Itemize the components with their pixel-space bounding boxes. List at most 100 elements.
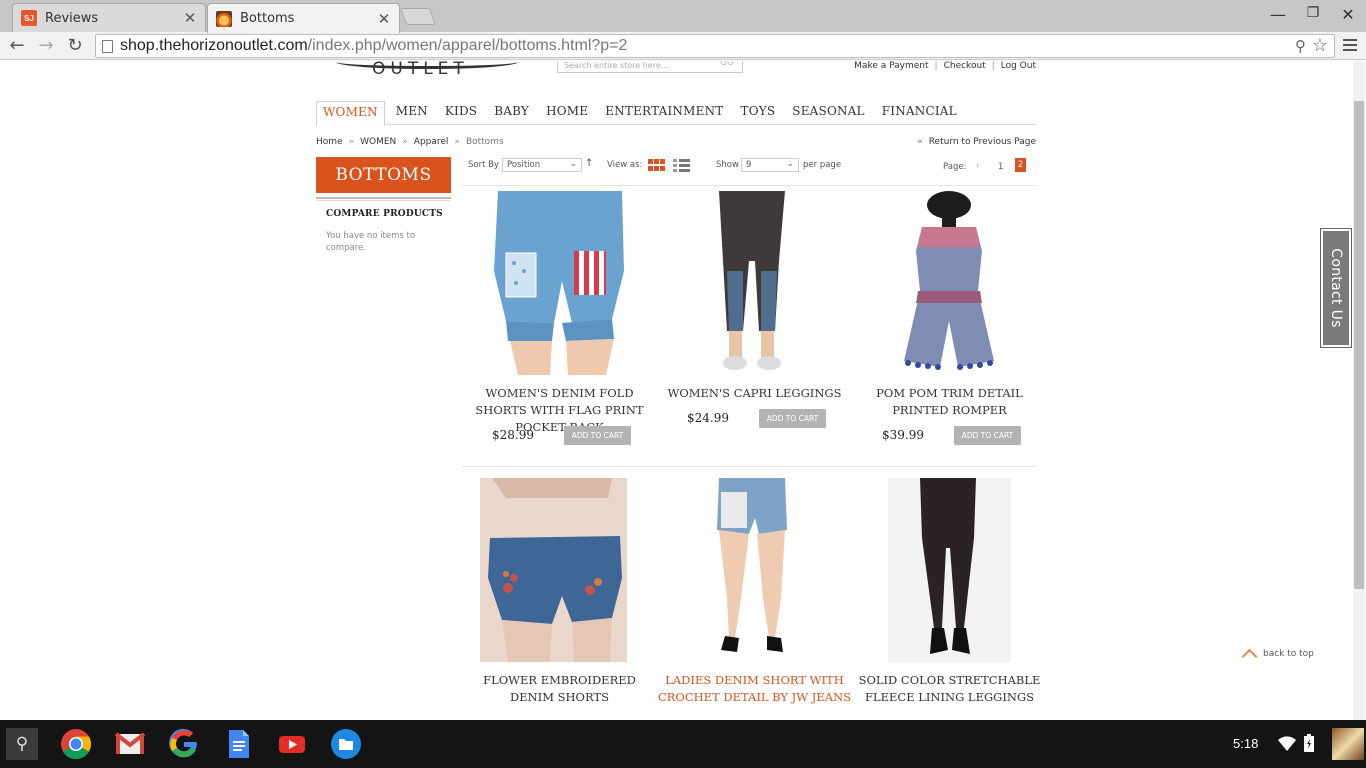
tab-reviews[interactable]: SJ Reviews ✕ — [12, 3, 206, 32]
sort-select[interactable]: Position ⌄ — [502, 158, 582, 172]
limit-select[interactable]: 9 ⌄ — [741, 158, 799, 172]
link-separator: | — [934, 61, 938, 71]
window-close-icon[interactable]: ✕ — [1338, 5, 1358, 24]
breadcrumb-apparel[interactable]: Apparel — [414, 137, 449, 147]
store-logo[interactable]: OUTLET — [336, 61, 518, 85]
main-nav: WOMEN MEN KIDS BABY HOME ENTERTAINMENT T… — [316, 101, 1036, 127]
close-icon[interactable]: ✕ — [183, 9, 197, 27]
reload-icon[interactable]: ↻ — [64, 35, 86, 57]
product-name[interactable]: WOMEN'S CAPRI LEGGINGS — [657, 385, 852, 402]
chrome-menu-icon[interactable] — [1340, 36, 1360, 56]
forward-arrow-icon[interactable]: → — [35, 35, 57, 57]
previous-page-icon[interactable]: ‹ — [976, 161, 979, 171]
tab-strip: SJ Reviews ✕ Bottoms ✕ — ❐ ✕ — [0, 0, 1366, 33]
sort-value: Position — [507, 160, 541, 170]
avatar[interactable] — [1332, 728, 1364, 760]
per-page-label: per page — [803, 160, 842, 170]
divider — [462, 185, 1036, 186]
chevron-up-icon — [1241, 648, 1258, 665]
tab-title: Reviews — [45, 10, 99, 26]
list-view-icon[interactable] — [673, 159, 690, 172]
gmail-icon[interactable] — [114, 728, 146, 760]
os-shelf: ⚲ 5:18 — [0, 720, 1366, 768]
nav-kids[interactable]: KIDS — [439, 101, 483, 124]
sort-label: Sort By — [468, 160, 499, 170]
close-icon[interactable]: ✕ — [377, 10, 391, 28]
url-text[interactable]: shop.thehorizonoutlet.com/index.php/wome… — [120, 37, 627, 55]
zoom-icon[interactable]: ⚲ — [1295, 37, 1306, 55]
nav-baby[interactable]: BABY — [488, 101, 535, 124]
scrollbar-thumb[interactable] — [1354, 101, 1364, 589]
page-link-1[interactable]: 1 — [998, 162, 1003, 172]
product-name[interactable]: FLOWER EMBROIDERED DENIM SHORTS — [462, 672, 657, 706]
contact-us-tab[interactable]: Contact Us — [1320, 228, 1352, 348]
store-page: OUTLET Search entire store here... GO Ma… — [316, 61, 1047, 720]
product-toolbar: Sort By Position ⌄ ↑ View as: Show 9 ⌄ p… — [468, 158, 1036, 178]
google-icon[interactable] — [168, 728, 200, 760]
add-to-cart-button[interactable]: ADD TO CART — [564, 426, 631, 445]
product-name[interactable]: LADIES DENIM SHORT WITH CROCHET DETAIL B… — [657, 672, 852, 706]
docs-icon[interactable] — [222, 728, 254, 760]
back-to-top-link[interactable]: back to top — [1241, 645, 1314, 665]
product-price: $24.99 — [687, 411, 729, 425]
new-tab-button[interactable] — [399, 8, 437, 25]
nav-toys[interactable]: TOYS — [734, 101, 781, 124]
return-previous-link[interactable]: « Return to Previous Page — [917, 137, 1036, 147]
view-as-label: View as: — [607, 160, 643, 170]
back-arrow-icon[interactable]: ← — [6, 35, 28, 57]
divider — [316, 197, 451, 201]
breadcrumb-separator: » — [454, 137, 460, 147]
battery-icon — [1304, 734, 1314, 752]
search-icon[interactable]: ⚲ — [6, 728, 38, 760]
nav-home[interactable]: HOME — [540, 101, 594, 124]
minimize-icon[interactable]: — — [1268, 5, 1288, 24]
youtube-icon[interactable] — [276, 728, 308, 760]
account-links: Make a Payment | Checkout | Log Out — [854, 61, 1036, 71]
sort-direction-icon[interactable]: ↑ — [585, 158, 593, 169]
product-image-fleece-leggings[interactable] — [852, 478, 1047, 662]
add-to-cart-button[interactable]: ADD TO CART — [759, 409, 826, 428]
restore-icon[interactable]: ❐ — [1303, 5, 1323, 21]
chevron-down-icon: ⌄ — [786, 159, 794, 169]
files-icon[interactable] — [330, 728, 362, 760]
status-tray[interactable]: 5:18 — [1226, 728, 1366, 760]
product-name[interactable]: SOLID COLOR STRETCHABLE FLEECE LINING LE… — [852, 672, 1047, 706]
chrome-icon[interactable] — [60, 728, 92, 760]
nav-women[interactable]: WOMEN — [316, 101, 385, 127]
product-image-pom-pom-romper[interactable] — [852, 191, 1047, 375]
nav-seasonal[interactable]: SEASONAL — [786, 101, 870, 124]
product-image-crochet-denim-short[interactable] — [657, 478, 852, 662]
logout-link[interactable]: Log Out — [1001, 61, 1036, 71]
search-go-button[interactable]: GO — [720, 61, 734, 68]
product-image-flower-denim-shorts[interactable] — [462, 478, 657, 662]
page-current: 2 — [1015, 158, 1026, 172]
breadcrumb: Home » WOMEN » Apparel » Bottoms — [316, 137, 504, 147]
nav-financial[interactable]: FINANCIAL — [876, 101, 963, 124]
page-scrollbar[interactable] — [1353, 61, 1365, 720]
compare-products-title: COMPARE PRODUCTS — [326, 209, 443, 219]
product-image-denim-fold-shorts[interactable] — [462, 191, 657, 375]
show-label: Show — [716, 160, 739, 170]
breadcrumb-separator: » — [348, 137, 355, 147]
bookmark-star-icon[interactable]: ☆ — [1312, 35, 1328, 56]
checkout-link[interactable]: Checkout — [944, 61, 986, 71]
breadcrumb-separator: » — [402, 137, 408, 147]
add-to-cart-button[interactable]: ADD TO CART — [954, 426, 1021, 445]
product-price: $28.99 — [492, 428, 534, 442]
nav-men[interactable]: MEN — [390, 101, 434, 124]
breadcrumb-home[interactable]: Home — [316, 137, 343, 147]
product-image-capri-leggings[interactable] — [657, 191, 852, 375]
back-to-top-label: back to top — [1263, 648, 1314, 659]
breadcrumb-women[interactable]: WOMEN — [360, 137, 396, 147]
tab-bottoms[interactable]: Bottoms ✕ — [207, 3, 400, 33]
product-name[interactable]: POM POM TRIM DETAIL PRINTED ROMPER — [852, 385, 1047, 419]
address-bar[interactable]: shop.thehorizonoutlet.com/index.php/wome… — [95, 34, 1335, 58]
page-viewport: OUTLET Search entire store here... GO Ma… — [0, 61, 1366, 720]
make-payment-link[interactable]: Make a Payment — [854, 61, 928, 71]
nav-entertainment[interactable]: ENTERTAINMENT — [599, 101, 729, 124]
grid-view-icon[interactable] — [648, 159, 665, 171]
logo-text: OUTLET — [372, 61, 469, 79]
link-separator: | — [991, 61, 995, 71]
search-input[interactable]: Search entire store here... GO — [557, 61, 743, 73]
clock-time: 5:18 — [1233, 736, 1259, 751]
